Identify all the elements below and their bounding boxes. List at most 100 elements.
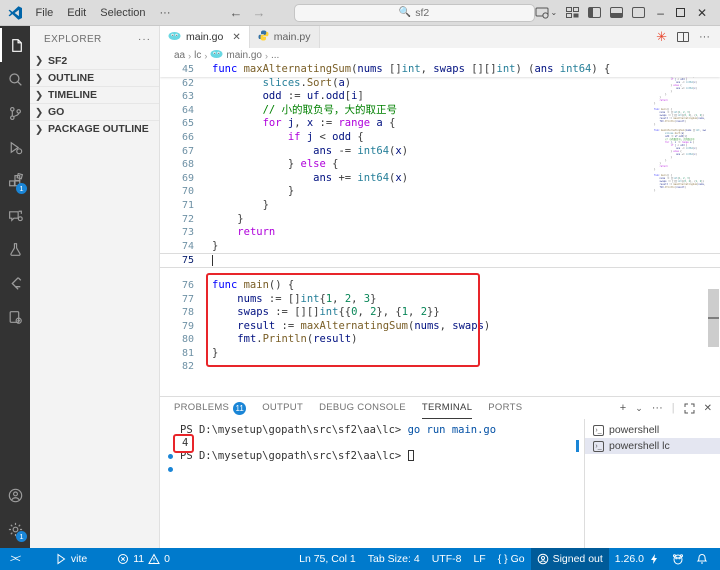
menu-moremoremore[interactable]: ··· bbox=[153, 3, 178, 23]
encoding[interactable]: UTF-8 bbox=[426, 548, 468, 570]
eol-sequence[interactable]: LF bbox=[467, 548, 491, 570]
code-line-79[interactable]: 79 result := maxAlternatingSum(nums, swa… bbox=[160, 320, 720, 334]
notifications-bell-icon[interactable] bbox=[690, 548, 714, 570]
breadcrumb-item-maingo[interactable]: main.go bbox=[210, 49, 262, 62]
breadcrumb-separator: › bbox=[264, 50, 268, 61]
toggle-secondary-sidebar-icon[interactable] bbox=[632, 7, 646, 18]
gopher-status-icon[interactable] bbox=[666, 548, 690, 570]
explorer-icon[interactable] bbox=[0, 28, 30, 62]
maximize-button[interactable] bbox=[675, 8, 685, 17]
sidebar-more-icon[interactable]: ··· bbox=[138, 34, 151, 45]
signed-out-status[interactable]: Signed out bbox=[530, 548, 609, 570]
panel-tab-debug-console[interactable]: DEBUG CONSOLE bbox=[319, 397, 406, 419]
panel-tab-output[interactable]: OUTPUT bbox=[262, 397, 303, 419]
code-line-62[interactable]: 62 slices.Sort(a) bbox=[160, 77, 720, 91]
code-line-71[interactable]: 71 } bbox=[160, 199, 720, 213]
run-task-button[interactable]: vite bbox=[49, 548, 93, 570]
code-line-65[interactable]: 65 for j, x := range a { bbox=[160, 117, 720, 131]
code-line-82[interactable]: 82 bbox=[160, 360, 720, 374]
panel-more-icon[interactable]: ··· bbox=[652, 402, 663, 414]
close-tab-icon[interactable]: ✕ bbox=[232, 32, 240, 43]
remote-window-icon[interactable]: ⌄ bbox=[535, 7, 557, 19]
terminal-list-item-powershell[interactable]: ›_ powershell bbox=[585, 422, 720, 438]
code-line-66[interactable]: 66 if j < odd { bbox=[160, 131, 720, 145]
terminal-dropdown-icon[interactable]: ⌄ bbox=[635, 403, 643, 414]
close-panel-icon[interactable]: ✕ bbox=[704, 403, 712, 414]
code-line-77[interactable]: 77 nums := []int{1, 2, 3} bbox=[160, 293, 720, 307]
code-line-64[interactable]: 64 // 小的取负号，大的取正号 bbox=[160, 104, 720, 118]
cursor-position[interactable]: Ln 75, Col 1 bbox=[293, 548, 362, 570]
tab-main.go[interactable]: main.go ✕ bbox=[160, 26, 250, 48]
code-line-76[interactable]: 76 func main() { bbox=[160, 279, 720, 293]
code-line-63[interactable]: 63 odd := uf.odd[i] bbox=[160, 90, 720, 104]
code-line-70[interactable]: 70 } bbox=[160, 185, 720, 199]
menu-edit[interactable]: Edit bbox=[60, 3, 93, 23]
toggle-sidebar-icon[interactable] bbox=[588, 7, 602, 18]
code-line-78[interactable]: 78 swaps := [][]int{{0, 2}, {1, 2}} bbox=[160, 306, 720, 320]
code-line-72[interactable]: 72 } bbox=[160, 213, 720, 227]
warning-count: 0 bbox=[164, 553, 170, 565]
code-line-45[interactable]: 45 func maxAlternatingSum(nums []int, swa… bbox=[160, 63, 720, 77]
split-editor-icon[interactable] bbox=[677, 32, 689, 42]
code-line-81[interactable]: 81} bbox=[160, 347, 720, 361]
terminal-line-2: 4 bbox=[182, 437, 189, 449]
remote-status-icon[interactable]: >< bbox=[4, 548, 25, 570]
settings-gear-icon[interactable]: 1 bbox=[0, 512, 30, 546]
source-control-icon[interactable] bbox=[0, 96, 30, 130]
sidebar-section-go[interactable]: ❯ GO bbox=[30, 103, 159, 120]
terminal-icon: ›_ bbox=[593, 440, 604, 452]
panel-tab-terminal[interactable]: TERMINAL bbox=[421, 397, 473, 419]
maximize-panel-icon[interactable] bbox=[684, 403, 695, 414]
code-line-69[interactable]: 69 ans += int64(x) bbox=[160, 172, 720, 186]
run-debug-icon[interactable] bbox=[0, 130, 30, 164]
terminal-view[interactable]: PS D:\mysetup\gopath\src\sf2\aa\lc> go r… bbox=[160, 419, 584, 548]
sidebar-section-sf2[interactable]: ❯ SF2 bbox=[30, 52, 159, 69]
minimize-button[interactable]: – bbox=[654, 6, 667, 20]
problems-status[interactable]: 11 0 bbox=[111, 548, 176, 570]
sidebar-section-outline[interactable]: ❯ OUTLINE bbox=[30, 69, 159, 86]
toggle-panel-icon[interactable] bbox=[610, 7, 624, 18]
minimap[interactable]: 45func maxAlternatingSum(nums []int, swa… bbox=[652, 63, 706, 203]
extensions-icon[interactable]: 1 bbox=[0, 164, 30, 198]
code-line-68[interactable]: 68 } else { bbox=[160, 158, 720, 172]
breadcrumb-item-[interactable]: ... bbox=[271, 50, 279, 61]
close-window-button[interactable]: ✕ bbox=[694, 6, 710, 20]
terminal-list-item-powershell-lc[interactable]: ›_ powershell lc bbox=[576, 438, 720, 454]
terminal-icon: ›_ bbox=[593, 424, 604, 436]
code-editor[interactable]: 45 func maxAlternatingSum(nums []int, swa… bbox=[160, 63, 720, 396]
accounts-icon[interactable] bbox=[0, 478, 30, 512]
code-line-67[interactable]: 67 ans -= int64(x) bbox=[160, 145, 720, 159]
panel-tab-ports[interactable]: PORTS bbox=[488, 397, 522, 419]
sidebar-section-timeline[interactable]: ❯ TIMELINE bbox=[30, 86, 159, 103]
leetcode-extension-icon[interactable] bbox=[0, 266, 30, 300]
editor-more-actions-icon[interactable]: ··· bbox=[699, 31, 710, 43]
language-mode[interactable]: { } Go bbox=[492, 548, 531, 570]
command-decoration-dot[interactable] bbox=[168, 467, 173, 472]
testing-icon[interactable] bbox=[0, 232, 30, 266]
tab-main.py[interactable]: main.py bbox=[249, 26, 320, 48]
nav-forward-icon[interactable]: → bbox=[253, 5, 266, 20]
terminal-line-4 bbox=[168, 463, 584, 476]
breadcrumb-item-lc[interactable]: lc bbox=[194, 50, 201, 61]
breadcrumb-item-aa[interactable]: aa bbox=[174, 50, 185, 61]
go-tools-icon[interactable] bbox=[0, 300, 30, 334]
menu-selection[interactable]: Selection bbox=[93, 3, 152, 23]
run-code-icon[interactable]: ✳ bbox=[656, 29, 667, 45]
menu-file[interactable]: File bbox=[29, 3, 61, 23]
code-line-75[interactable]: 75 bbox=[160, 253, 720, 268]
search-sidebar-icon[interactable] bbox=[0, 62, 30, 96]
panel-tab-problems[interactable]: PROBLEMS 11 bbox=[174, 397, 247, 419]
new-terminal-icon[interactable]: + bbox=[620, 402, 626, 414]
tab-size[interactable]: Tab Size: 4 bbox=[362, 548, 426, 570]
code-line-73[interactable]: 73 return bbox=[160, 226, 720, 240]
command-decoration-dot[interactable] bbox=[168, 454, 173, 459]
customize-layout-icon[interactable] bbox=[566, 7, 580, 18]
code-line-74[interactable]: 74} bbox=[160, 240, 720, 254]
go-version[interactable]: 1.26.0 bbox=[609, 548, 666, 570]
sidebar-section-package-outline[interactable]: ❯ PACKAGE OUTLINE bbox=[30, 120, 159, 137]
nav-back-icon[interactable]: ← bbox=[230, 5, 243, 20]
code-line-80[interactable]: 80 fmt.Println(result) bbox=[160, 333, 720, 347]
remote-explorer-icon[interactable] bbox=[0, 198, 30, 232]
editor-scrollbar[interactable] bbox=[707, 63, 720, 396]
command-search-input[interactable]: 🔍 sf2 bbox=[293, 3, 535, 22]
